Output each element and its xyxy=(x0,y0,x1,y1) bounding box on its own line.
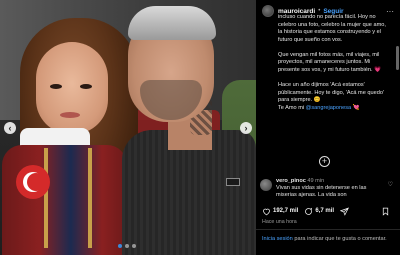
share-action[interactable] xyxy=(340,206,350,216)
carousel-dots xyxy=(118,244,136,248)
post-sidebar: mauroicardi • Seguir ··· incluso cuando … xyxy=(256,0,400,255)
caption-emoji: 💘 xyxy=(351,104,360,111)
man-hair xyxy=(128,6,216,40)
carousel-dot xyxy=(132,244,136,248)
share-icon[interactable] xyxy=(340,206,350,216)
comment-body: vero_pinoc 49 min Vivan sus vidas sin de… xyxy=(276,178,384,199)
woman-face xyxy=(36,42,108,134)
mention-link[interactable]: @sangrejaponesa xyxy=(306,105,352,111)
heart-icon[interactable] xyxy=(262,207,271,216)
like-action[interactable]: 192,7 mil xyxy=(262,207,298,216)
commenter-avatar[interactable] xyxy=(260,179,272,191)
caption-paragraph: Hace un año dijimos 'Acá estamos' públic… xyxy=(278,82,384,104)
woman-eye xyxy=(50,84,62,89)
load-more-comments-icon[interactable]: + xyxy=(319,156,330,167)
caption-paragraph: Que vengan mil fotos más, mil viajes, mi… xyxy=(278,51,382,74)
comment-like-icon[interactable]: ♡ xyxy=(388,181,393,188)
bookmark-icon[interactable] xyxy=(381,207,390,216)
woman-jacket xyxy=(2,145,127,255)
woman-eye xyxy=(80,84,92,89)
action-bar: 192,7 mil 6,7 mil xyxy=(262,205,396,217)
jacket-badge xyxy=(226,178,240,186)
comment-icon[interactable] xyxy=(304,207,313,216)
caption-text: Te Amo mi xyxy=(278,104,306,111)
caption: incluso cuando no parecía fácil. Hoy no … xyxy=(278,14,390,120)
comment-action[interactable]: 6,7 mil xyxy=(304,207,334,216)
comment-count: 6,7 mil xyxy=(315,208,335,214)
commenter-username[interactable]: vero_pinoc xyxy=(276,178,306,184)
comment-time: 49 min xyxy=(307,178,325,184)
login-link[interactable]: Inicia sesión xyxy=(262,236,293,242)
carousel-dot xyxy=(118,244,122,248)
scrollbar[interactable] xyxy=(396,46,399,70)
carousel-dot xyxy=(125,244,129,248)
jacket-trim xyxy=(88,148,92,248)
carousel-prev-arrow-icon[interactable]: ‹ xyxy=(4,122,16,134)
comment: vero_pinoc 49 min Vivan sus vidas sin de… xyxy=(260,178,396,200)
login-prompt: Inicia sesión para indicar que te gusta … xyxy=(262,235,396,243)
post-photo[interactable]: ‹ › xyxy=(0,0,256,255)
login-text: para indicar que te gusta o comentar. xyxy=(292,236,387,242)
carousel-next-arrow-icon[interactable]: › xyxy=(240,122,252,134)
comment-text: Vivan sus vidas sin detenerse en las mis… xyxy=(276,185,367,199)
like-count: 192,7 mil xyxy=(273,208,299,214)
jacket-trim xyxy=(44,148,48,248)
divider xyxy=(256,229,400,230)
post-timestamp: Hace una hora xyxy=(262,219,297,225)
woman-lips xyxy=(60,112,80,118)
turkish-flag-emblem xyxy=(16,165,50,199)
avatar[interactable] xyxy=(262,5,274,17)
caption-paragraph: incluso cuando no parecía fácil. Hoy no … xyxy=(278,14,386,43)
save-action[interactable] xyxy=(381,207,390,216)
